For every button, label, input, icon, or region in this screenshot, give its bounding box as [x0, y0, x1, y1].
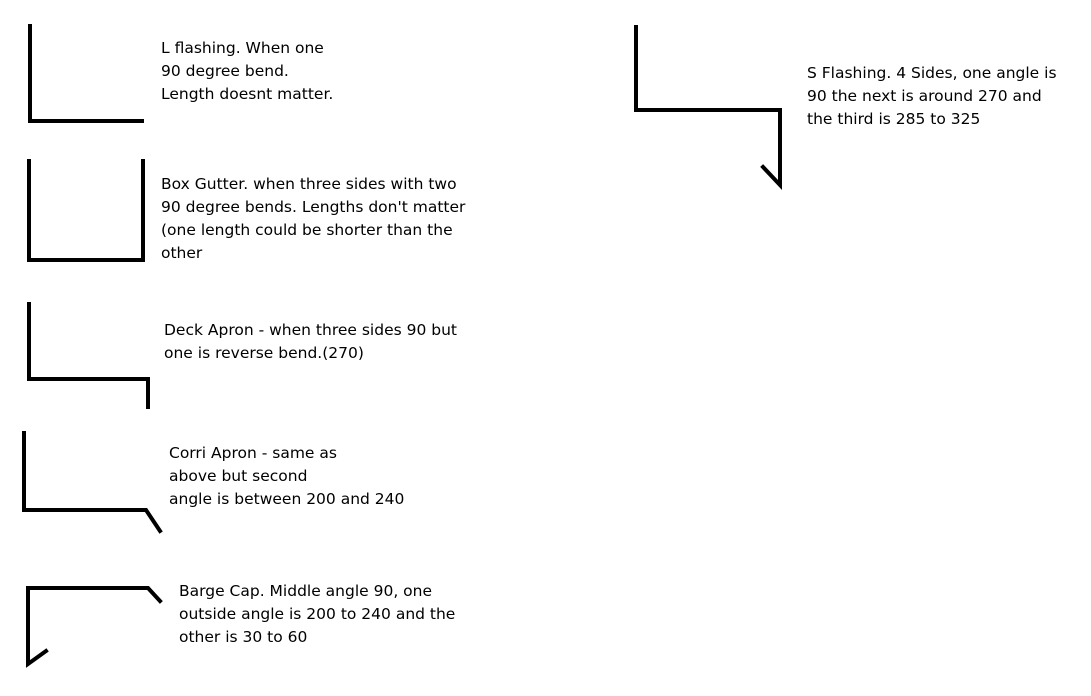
box-gutter-description: Box Gutter. when three sides with two 90…: [161, 173, 465, 265]
description-line: Box Gutter. when three sides with two: [161, 175, 457, 193]
barge-cap-description: Barge Cap. Middle angle 90, one outside …: [179, 580, 455, 649]
l-flashing-profile: [28, 24, 144, 123]
s-flashing-description: S Flashing. 4 Sides, one angle is 90 the…: [807, 62, 1057, 131]
description-line: S Flashing. 4 Sides, one angle is: [807, 64, 1057, 82]
description-line: L flashing. When one: [161, 39, 324, 57]
description-line: (one length could be shorter than the: [161, 221, 453, 239]
box-gutter-profile: [27, 159, 145, 262]
description-line: outside angle is 200 to 240 and the: [179, 605, 456, 623]
description-line: Length doesnt matter.: [161, 85, 334, 103]
description-line: other: [161, 244, 203, 262]
corri-apron-profile: [22, 431, 163, 534]
corri-apron-description: Corri Apron - same as above but second a…: [169, 442, 404, 511]
description-line: 90 degree bends. Lengths don't matter: [161, 198, 466, 216]
deck-apron-profile: [27, 302, 150, 409]
description-line: above but second: [169, 467, 308, 485]
description-line: Corri Apron - same as: [169, 444, 337, 462]
description-line: the third is 285 to 325: [807, 110, 981, 128]
description-line: angle is between 200 and 240: [169, 490, 405, 508]
description-line: 90 degree bend.: [161, 62, 289, 80]
description-line: Barge Cap. Middle angle 90, one: [179, 582, 433, 600]
l-flashing-description: L flashing. When one 90 degree bend. Len…: [161, 37, 333, 106]
description-line: Deck Apron - when three sides 90 but: [164, 321, 457, 339]
barge-cap-profile: [26, 586, 163, 668]
description-line: 90 the next is around 270 and: [807, 87, 1042, 105]
description-line: other is 30 to 60: [179, 628, 308, 646]
description-line: one is reverse bend.(270): [164, 344, 364, 362]
s-flashing-profile: [634, 25, 782, 191]
deck-apron-description: Deck Apron - when three sides 90 but one…: [164, 319, 457, 365]
